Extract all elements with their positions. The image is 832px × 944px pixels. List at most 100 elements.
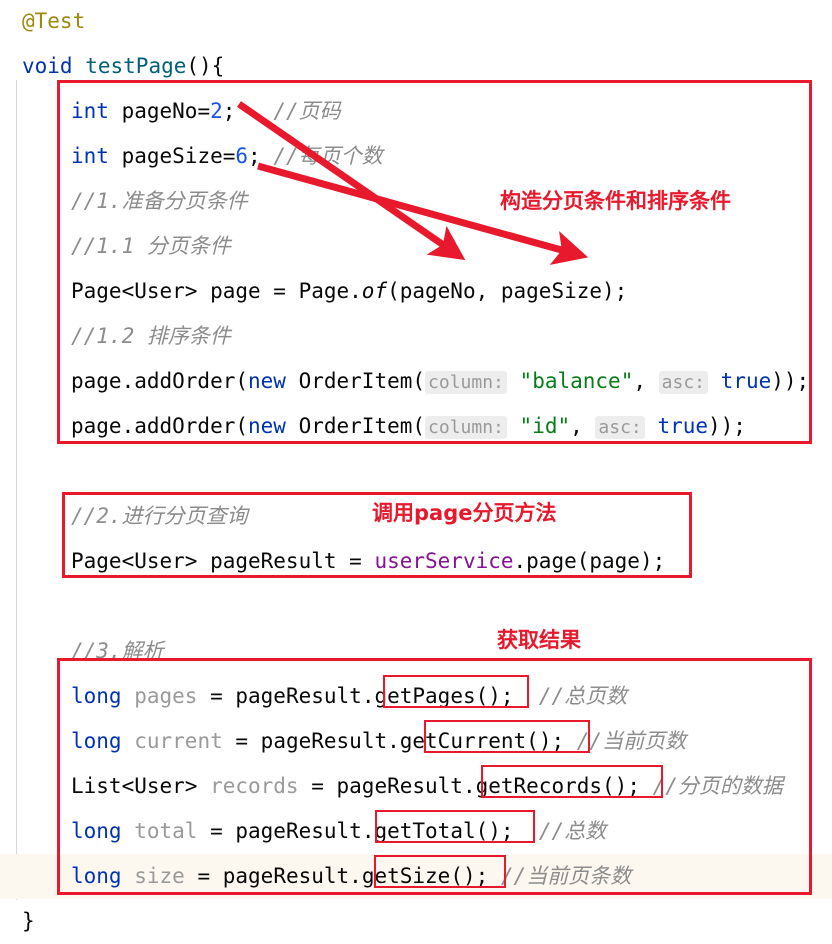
code-token-gray: size: [134, 864, 185, 888]
code-line-content: long current = pageResult.getCurrent(); …: [0, 729, 686, 753]
code-token-cmt: //当前页条数: [500, 864, 632, 888]
code-line[interactable]: Page<User> pageResult = userService.page…: [0, 539, 832, 584]
code-line-content: @Test: [0, 9, 85, 33]
code-line[interactable]: long pages = pageResult.getPages(); //总页…: [0, 674, 832, 719]
code-line[interactable]: [0, 584, 832, 629]
code-token-cmt: //总页数: [538, 684, 628, 708]
code-line-content: List<User> records = pageResult.getRecor…: [0, 774, 783, 798]
code-line[interactable]: void testPage(){: [0, 44, 832, 89]
code-token-str: "balance": [519, 369, 634, 393]
code-token-anno: @Test: [22, 9, 86, 33]
code-line[interactable]: //1.1 分页条件: [0, 224, 832, 269]
code-token-plain: ,: [633, 369, 659, 393]
code-token-plain: OrderItem(: [285, 414, 426, 438]
code-token-plain: (pageNo, pageSize);: [387, 279, 628, 303]
code-line-content: page.addOrder(new OrderItem(column: "id"…: [0, 414, 746, 439]
code-line[interactable]: //3.解析: [0, 629, 832, 674]
code-token-plain: ;: [222, 99, 236, 123]
code-line[interactable]: //1.准备分页条件: [0, 179, 832, 224]
code-token-hint: asc:: [595, 416, 645, 439]
code-line-content: //1.2 排序条件: [0, 324, 231, 348]
code-line[interactable]: @Test: [0, 0, 832, 44]
code-token-plain: pageNo=: [108, 99, 211, 123]
code-token-plain: (){: [186, 54, 225, 78]
code-token-kw: true: [657, 414, 709, 438]
code-token-plain: ,: [570, 414, 596, 438]
code-token-cmt: //分页的数据: [652, 774, 783, 798]
code-token-num: 2: [210, 99, 223, 123]
code-token-plain: Page<User> pageResult =: [71, 549, 375, 573]
code-token-plain: .page(page);: [513, 549, 666, 573]
code-token-plain: page.addOrder(: [71, 369, 249, 393]
code-line[interactable]: //2.进行分页查询: [0, 494, 832, 539]
code-line[interactable]: long size = pageResult.getSize(); //当前页条…: [0, 854, 832, 899]
code-token-plain: = pageResult.getCurrent();: [222, 729, 565, 753]
code-token-gray: total: [134, 819, 198, 843]
code-token-cmt: //总数: [538, 819, 607, 843]
code-token-gray: pages: [134, 684, 198, 708]
code-token-hint: asc:: [658, 371, 708, 394]
code-token-cmt: //1.2 排序条件: [71, 324, 231, 348]
code-line[interactable]: //1.2 排序条件: [0, 314, 832, 359]
code-line[interactable]: page.addOrder(new OrderItem(column: "id"…: [0, 404, 832, 449]
code-token-plain: Page<User> page = Page.: [71, 279, 362, 303]
code-line-content: int pageSize=6; //每页个数: [0, 144, 383, 168]
code-token-cmt: //页码: [273, 99, 341, 123]
code-line-content: long total = pageResult.getTotal(); //总数: [0, 819, 606, 843]
code-token-plain: = pageResult.getSize();: [184, 864, 489, 888]
code-line-content: Page<User> page = Page.of(pageNo, pageSi…: [0, 279, 627, 303]
code-line[interactable]: int pageNo=2; //页码: [0, 89, 832, 134]
code-token-num: 6: [235, 144, 249, 168]
code-line[interactable]: Page<User> page = Page.of(pageNo, pageSi…: [0, 269, 832, 314]
code-line-content: [0, 459, 71, 483]
code-line[interactable]: page.addOrder(new OrderItem(column: "bal…: [0, 359, 832, 404]
code-line[interactable]: long total = pageResult.getTotal(); //总数: [0, 809, 832, 854]
code-token-gray: current: [134, 729, 223, 753]
code-token-kw: long: [71, 819, 122, 843]
code-token-cmt: //1.准备分页条件: [71, 189, 248, 213]
code-token-plain: page.addOrder(: [71, 414, 249, 438]
code-line[interactable]: int pageSize=6; //每页个数: [0, 134, 832, 179]
code-token-plain: ));: [708, 414, 746, 438]
code-line[interactable]: }: [0, 899, 832, 944]
code-token-hint: column:: [425, 416, 507, 439]
code-token-meth: testPage: [85, 54, 187, 78]
code-token-kw: void: [22, 54, 73, 78]
code-token-kw: long: [71, 864, 122, 888]
code-token-plain: = pageResult.getRecords();: [298, 774, 640, 798]
code-token-cmt: //3.解析: [71, 639, 164, 663]
code-token-gray: records: [210, 774, 299, 798]
code-token-plain: ));: [771, 369, 810, 393]
code-line-content: Page<User> pageResult = userService.page…: [0, 549, 665, 573]
code-line[interactable]: long current = pageResult.getCurrent(); …: [0, 719, 832, 764]
code-line-content: [0, 594, 71, 618]
code-token-cmt: //1.1 分页条件: [71, 234, 231, 258]
code-line-content: //3.解析: [0, 639, 164, 663]
code-token-kw: long: [71, 729, 122, 753]
code-token-cmt: //2.进行分页查询: [71, 504, 248, 528]
code-editor[interactable]: @Test void testPage(){ int pageNo=2; //页码 i…: [0, 0, 832, 938]
code-line-content: //1.1 分页条件: [0, 234, 231, 258]
code-line-content: }: [0, 909, 35, 933]
code-token-kw: new: [248, 414, 286, 438]
code-token-cmt: //当前页数: [576, 729, 687, 753]
code-line[interactable]: List<User> records = pageResult.getRecor…: [0, 764, 832, 809]
code-token-kw: true: [720, 369, 772, 393]
code-token-str: "id": [519, 414, 571, 438]
code-line[interactable]: [0, 449, 832, 494]
code-token-plain: ;: [248, 144, 274, 168]
code-token-plain: OrderItem(: [285, 369, 426, 393]
code-line-content: void testPage(){: [0, 54, 224, 78]
code-line-content: //2.进行分页查询: [0, 504, 248, 528]
